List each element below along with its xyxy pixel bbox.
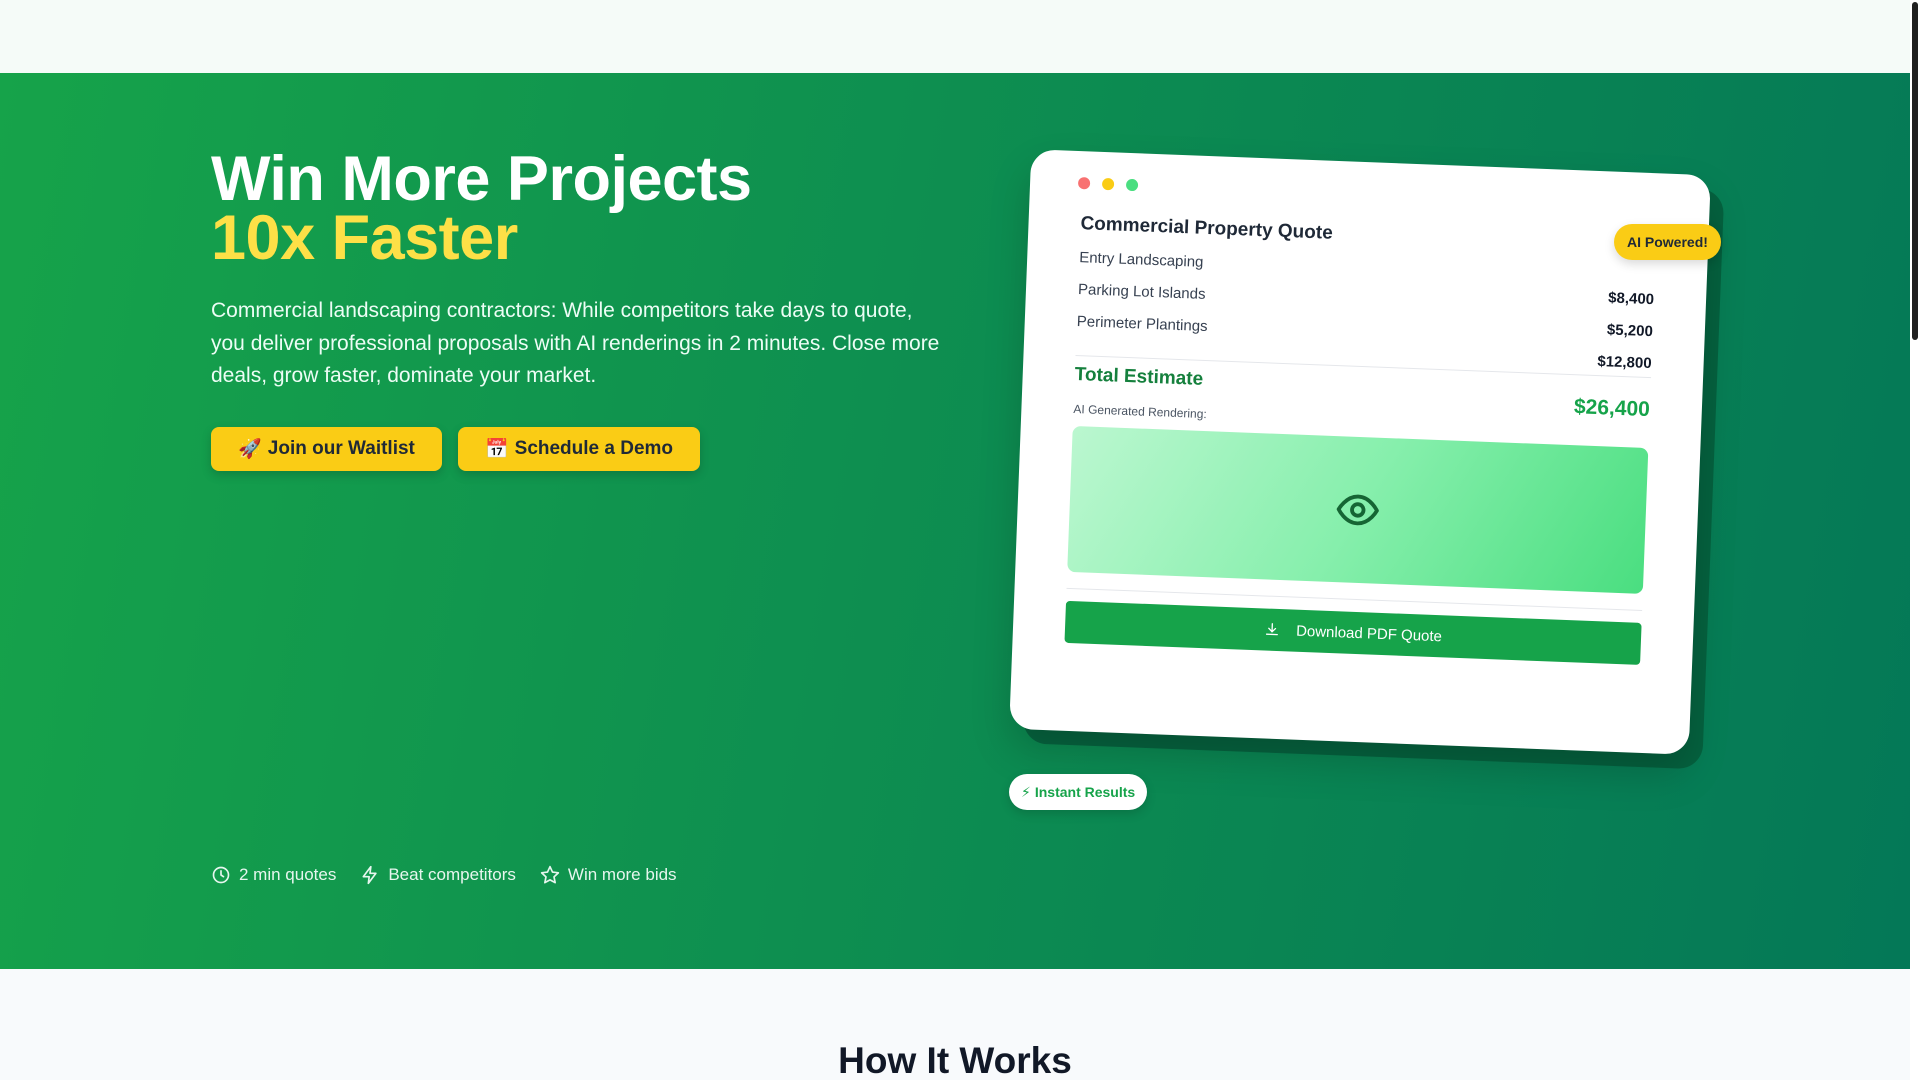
calendar-icon: 📅 bbox=[484, 439, 509, 460]
hero-title: Win More Projects 10x Faster bbox=[211, 144, 752, 273]
quote-card: Commercial Property Quote Entry Landscap… bbox=[1009, 149, 1711, 755]
join-waitlist-label: Join our Waitlist bbox=[267, 438, 415, 459]
eye-icon bbox=[1336, 494, 1379, 526]
ai-powered-badge: AI Powered! bbox=[1614, 224, 1721, 260]
page: Win More Projects 10x Faster Commercial … bbox=[0, 0, 1920, 1080]
feature-label: 2 min quotes bbox=[239, 865, 337, 884]
line-item-amount: $5,200 bbox=[1606, 321, 1654, 341]
ai-rendering-preview[interactable] bbox=[1067, 425, 1649, 594]
quote-title: Commercial Property Quote bbox=[1080, 213, 1334, 244]
instant-results-label: Instant Results bbox=[1034, 784, 1136, 800]
schedule-demo-label: Schedule a Demo bbox=[514, 438, 674, 459]
hero-title-highlight: 10x Faster bbox=[211, 203, 518, 273]
hero-subtitle: Commercial landscaping contractors: Whil… bbox=[211, 299, 940, 387]
feature-item: Win more bids bbox=[540, 865, 677, 885]
download-icon bbox=[1265, 623, 1278, 636]
top-navigation-bar bbox=[0, 0, 1910, 73]
star-icon bbox=[540, 865, 560, 884]
scrollbar-thumb[interactable] bbox=[1912, 2, 1918, 340]
quote-line-items: Entry Landscaping $8,400 Parking Lot Isl… bbox=[1076, 249, 1655, 372]
lightning-icon bbox=[362, 865, 378, 885]
feature-label: Win more bids bbox=[567, 865, 677, 884]
line-item-amount: $8,400 bbox=[1607, 289, 1655, 309]
green-dot-icon bbox=[1125, 178, 1139, 192]
quote-card-wrapper: Commercial Property Quote Entry Landscap… bbox=[1009, 149, 1725, 770]
download-pdf-button[interactable]: Download PDF Quote bbox=[1064, 600, 1642, 665]
line-item-amount: $12,800 bbox=[1597, 353, 1652, 373]
feature-item: Beat competitors bbox=[360, 865, 516, 885]
scrollbar[interactable] bbox=[1910, 0, 1920, 1080]
clock-icon bbox=[212, 866, 230, 884]
feature-item: 2 min quotes bbox=[211, 865, 336, 885]
ai-powered-label: AI Powered! bbox=[1627, 234, 1708, 250]
hero-title-line1: Win More Projects bbox=[211, 144, 752, 214]
feature-label: Beat competitors bbox=[388, 865, 516, 884]
schedule-demo-button[interactable]: 📅 Schedule a Demo bbox=[458, 427, 700, 471]
red-dot-icon bbox=[1077, 176, 1091, 190]
how-it-works-title: How It Works bbox=[838, 1040, 1072, 1080]
download-pdf-label: Download PDF Quote bbox=[1295, 622, 1443, 645]
total-value: $26,400 bbox=[1573, 395, 1651, 422]
join-waitlist-button[interactable]: 🚀 Join our Waitlist bbox=[211, 427, 442, 471]
line-item-label: Entry Landscaping bbox=[1078, 249, 1204, 271]
instant-results-badge: ⚡ Instant Results bbox=[1009, 774, 1148, 810]
lightning-icon: ⚡ bbox=[1021, 783, 1031, 800]
window-dots bbox=[1077, 176, 1658, 211]
total-label: Total Estimate bbox=[1074, 364, 1204, 390]
line-item-label: Parking Lot Islands bbox=[1077, 281, 1206, 303]
rocket-icon: 🚀 bbox=[238, 439, 262, 460]
yellow-dot-icon bbox=[1101, 177, 1115, 191]
line-item-label: Perimeter Plantings bbox=[1076, 313, 1208, 336]
feature-list: 2 min quotes Beat competitors Win more b… bbox=[211, 865, 677, 885]
